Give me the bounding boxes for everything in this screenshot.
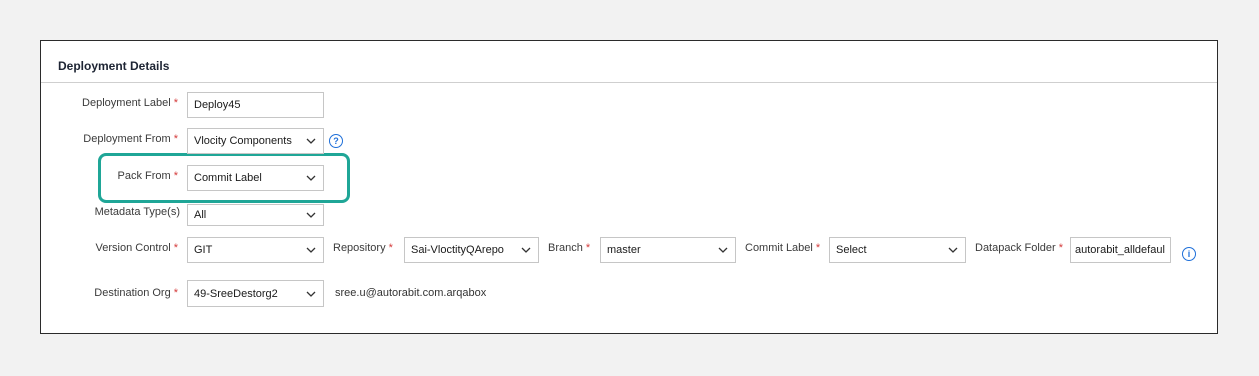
section-title: Deployment Details (58, 59, 170, 73)
chevron-down-icon (305, 135, 317, 147)
commit-label-select[interactable]: Select (829, 237, 966, 263)
destination-org-select[interactable]: 49-SreeDestorg2 (187, 280, 324, 307)
chevron-down-icon (305, 244, 317, 256)
chevron-down-icon (305, 172, 317, 184)
version-control-select[interactable]: GIT (187, 237, 324, 263)
deployment-label-input[interactable]: Deploy45 (187, 92, 324, 118)
branch-label: Branch * (548, 242, 591, 254)
datapack-folder-label: Datapack Folder * (975, 242, 1063, 254)
deployment-from-select[interactable]: Vlocity Components (187, 128, 324, 154)
section-divider (41, 82, 1217, 83)
version-control-label: Version Control * (95, 242, 179, 254)
chevron-down-icon (305, 288, 317, 300)
branch-select[interactable]: master (600, 237, 736, 263)
metadata-types-select[interactable]: All (187, 204, 324, 226)
chevron-down-icon (305, 209, 317, 221)
destination-org-account: sree.u@autorabit.com.arqabox (335, 287, 487, 299)
chevron-down-icon (520, 244, 532, 256)
deployment-from-label: Deployment From * (83, 133, 178, 145)
question-circle-icon[interactable]: ? (329, 134, 343, 148)
chevron-down-icon (717, 244, 729, 256)
commit-label-label: Commit Label * (745, 242, 821, 254)
pack-from-select[interactable]: Commit Label (187, 165, 324, 191)
repository-select[interactable]: Sai-VloctityQArepo (404, 237, 539, 263)
repository-label: Repository * (333, 242, 393, 254)
deployment-label-label: Deployment Label * (82, 97, 178, 109)
destination-org-label: Destination Org * (94, 287, 178, 299)
metadata-types-label: Metadata Type(s) (94, 206, 180, 218)
info-circle-icon[interactable]: i (1182, 247, 1196, 261)
pack-from-label: Pack From * (117, 170, 178, 182)
datapack-folder-input[interactable]: autorabit_alldefaul (1070, 237, 1171, 263)
chevron-down-icon (947, 244, 959, 256)
